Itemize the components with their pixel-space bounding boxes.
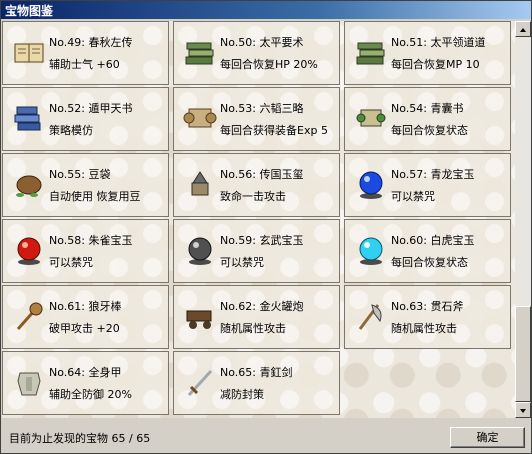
black-orb-icon	[183, 233, 217, 267]
blue-orb-icon	[354, 167, 388, 201]
treasure-card[interactable]: No.53: 六韬三略每回合获得装备Exp 5	[173, 87, 340, 151]
treasure-effect: 每回合恢复状态	[391, 124, 468, 137]
treasure-name: No.65: 青釭剑	[220, 366, 293, 379]
treasure-card[interactable]: No.58: 朱雀宝玉 可以禁咒	[2, 219, 169, 283]
window-title: 宝物图鉴	[5, 4, 54, 18]
treasure-effect: 自动使用 恢复用豆	[49, 190, 141, 203]
treasure-effect: 可以禁咒	[220, 256, 264, 269]
treasure-card[interactable]: No.64: 全身甲 辅助全防御 20%	[2, 351, 169, 415]
treasure-effect: 致命一击攻击	[220, 190, 286, 203]
treasure-name: No.57: 青龙宝玉	[391, 168, 475, 181]
sword-icon	[183, 365, 217, 399]
scroll-thumb[interactable]	[515, 306, 531, 402]
green-scroll-icon	[354, 101, 388, 135]
treasure-name: No.54: 青囊书	[391, 102, 464, 115]
treasure-card[interactable]: No.49: 春秋左传 辅助士气 +60	[2, 21, 169, 85]
treasure-effect: 减防封策	[220, 388, 264, 401]
ok-button[interactable]: 确定	[450, 427, 525, 448]
treasure-name: No.59: 玄武宝玉	[220, 234, 304, 247]
treasure-effect: 辅助士气 +60	[49, 58, 120, 71]
treasure-effect: 破甲攻击 +20	[49, 322, 120, 335]
treasure-card[interactable]: No.56: 传国玉玺 致命一击攻击	[173, 153, 340, 217]
treasure-name: No.52: 遁甲天书	[49, 102, 133, 115]
treasure-card[interactable]: No.65: 青釭剑 减防封策	[173, 351, 340, 415]
red-orb-icon	[12, 233, 46, 267]
title-bar: 宝物图鉴	[1, 1, 531, 19]
treasure-effect: 每回合恢复MP 10	[391, 58, 480, 71]
treasure-effect: 每回合恢复HP 20%	[220, 58, 318, 71]
treasure-effect: 辅助全防御 20%	[49, 388, 132, 401]
book-icon	[12, 35, 46, 69]
treasure-name: No.61: 狼牙棒	[49, 300, 122, 313]
cannon-icon	[183, 299, 217, 333]
books-stack-icon	[354, 35, 388, 69]
books-stack-icon	[183, 35, 217, 69]
discovery-status: 目前为止发现的宝物 65 / 65	[9, 432, 151, 445]
treasure-effect: 每回合获得装备Exp 5	[220, 124, 328, 137]
treasure-effect: 每回合恢复状态	[391, 256, 468, 269]
arrow-down-icon	[520, 409, 526, 413]
treasure-card[interactable]: No.60: 白虎宝玉 每回合恢复状态	[344, 219, 511, 283]
treasure-name: No.55: 豆袋	[49, 168, 111, 181]
treasure-name: No.62: 金火罐炮	[220, 300, 304, 313]
axe-icon	[354, 299, 388, 333]
scroll-icon	[183, 101, 217, 135]
treasure-effect: 可以禁咒	[49, 256, 93, 269]
arrow-up-icon	[520, 28, 526, 32]
scroll-down-button[interactable]	[515, 402, 531, 418]
treasure-card[interactable]: No.62: 金火罐炮 随机属性攻击	[173, 285, 340, 349]
vertical-scrollbar[interactable]	[515, 21, 531, 418]
treasure-grid: No.49: 春秋左传 辅助士气 +60 No.50: 太平要术 每回合恢复HP 20…	[2, 21, 515, 418]
treasure-name: No.60: 白虎宝玉	[391, 234, 475, 247]
treasure-name: No.53: 六韬三略	[220, 102, 304, 115]
treasure-name: No.63: 贯石斧	[391, 300, 464, 313]
treasure-card[interactable]: No.63: 贯石斧 随机属性攻击	[344, 285, 511, 349]
treasure-name: No.49: 春秋左传	[49, 36, 133, 49]
treasure-name: No.64: 全身甲	[49, 366, 122, 379]
cyan-orb-icon	[354, 233, 388, 267]
treasure-card[interactable]: No.55: 豆袋自动使用 恢复用豆	[2, 153, 169, 217]
treasure-name: No.56: 传国玉玺	[220, 168, 304, 181]
treasure-name: No.58: 朱雀宝玉	[49, 234, 133, 247]
treasure-effect: 随机属性攻击	[220, 322, 286, 335]
treasure-card[interactable]: No.57: 青龙宝玉 可以禁咒	[344, 153, 511, 217]
treasure-card[interactable]: No.59: 玄武宝玉 可以禁咒	[173, 219, 340, 283]
treasure-card[interactable]: No.61: 狼牙棒 破甲攻击 +20	[2, 285, 169, 349]
treasure-card[interactable]: No.54: 青囊书 每回合恢复状态	[344, 87, 511, 151]
treasure-card[interactable]: No.52: 遁甲天书 策略模仿	[2, 87, 169, 151]
treasure-name: No.50: 太平要术	[220, 36, 304, 49]
treasure-window: 宝物图鉴 No.49: 春秋左传 辅助士气 +60 No.50: 太平要术 每回合恢复…	[0, 0, 532, 454]
seal-icon	[183, 167, 217, 201]
treasure-name: No.51: 太平领道道	[391, 36, 486, 49]
blue-books-icon	[12, 101, 46, 135]
treasure-card[interactable]: No.51: 太平领道道 每回合恢复MP 10	[344, 21, 511, 85]
mace-icon	[12, 299, 46, 333]
bean-bag-icon	[12, 167, 46, 201]
treasure-effect: 随机属性攻击	[391, 322, 457, 335]
treasure-effect: 策略模仿	[49, 124, 93, 137]
treasure-effect: 可以禁咒	[391, 190, 435, 203]
treasure-card[interactable]: No.50: 太平要术每回合恢复HP 20%	[173, 21, 340, 85]
scroll-up-button[interactable]	[515, 21, 531, 37]
armor-icon	[12, 365, 46, 399]
